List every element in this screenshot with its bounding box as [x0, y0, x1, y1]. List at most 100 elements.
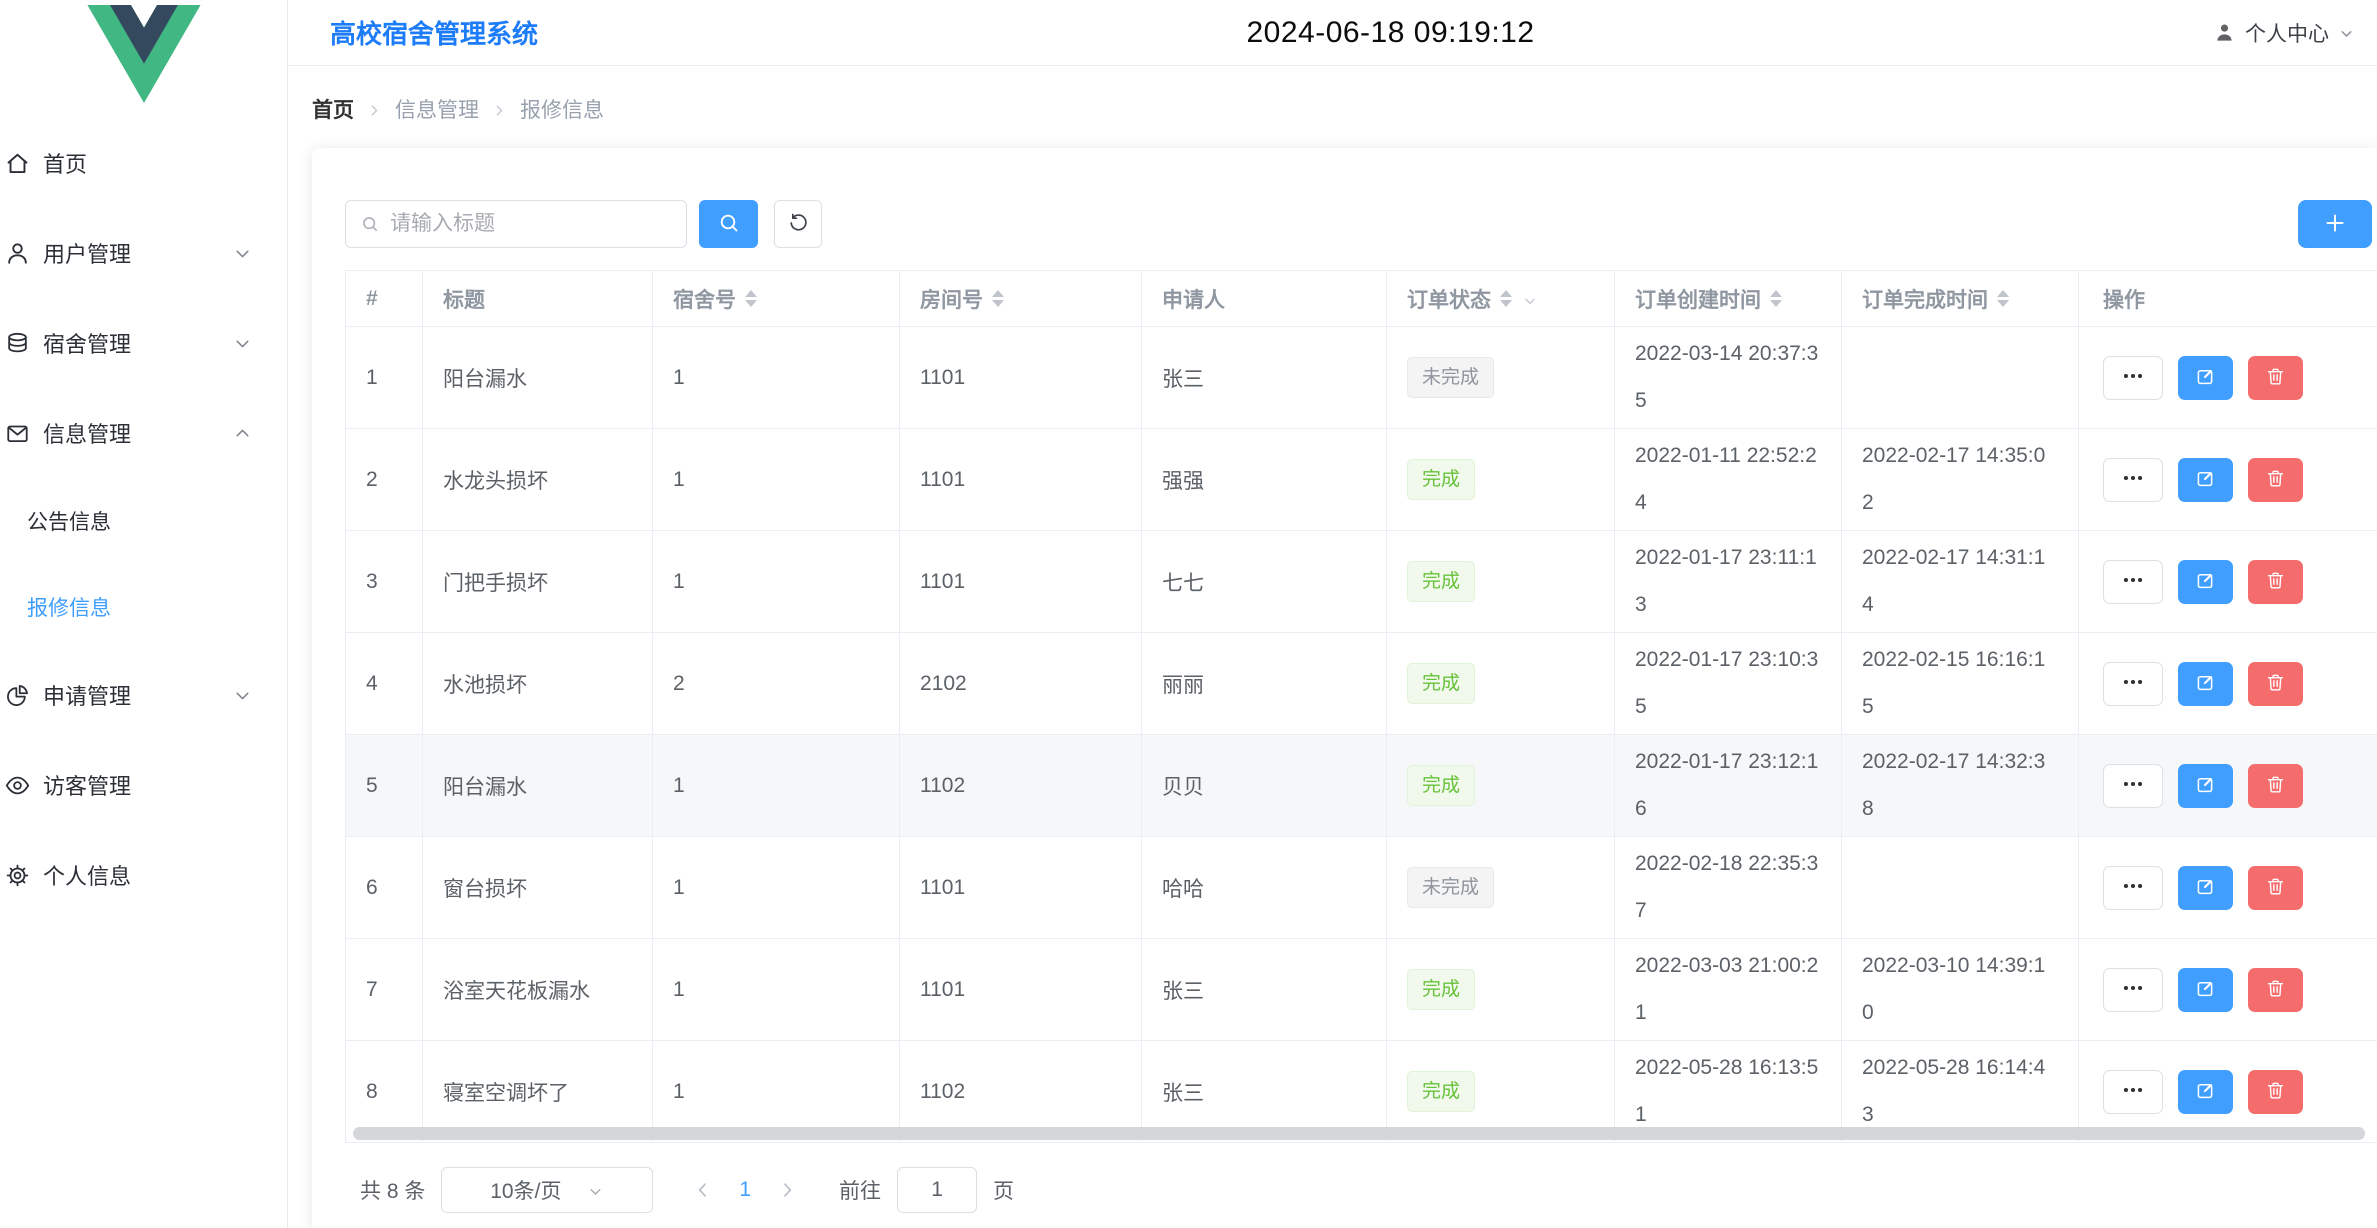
- column-header-room[interactable]: 房间号: [900, 271, 1142, 327]
- row-edit-button[interactable]: [2178, 764, 2233, 808]
- add-button[interactable]: [2298, 200, 2372, 248]
- refresh-button[interactable]: [774, 200, 822, 248]
- prev-page-button[interactable]: [693, 1180, 713, 1200]
- sort-carets-icon[interactable]: [1500, 290, 1512, 307]
- cell-status: 未完成: [1387, 327, 1615, 429]
- breadcrumb-item: 信息管理: [395, 94, 479, 124]
- cell-actions: [2079, 429, 2377, 531]
- row-delete-button[interactable]: [2248, 662, 2303, 706]
- column-header-completed[interactable]: 订单完成时间: [1842, 271, 2079, 327]
- row-delete-button[interactable]: [2248, 356, 2303, 400]
- cell-index: 5: [346, 735, 423, 837]
- search-icon: [717, 211, 741, 238]
- row-more-button[interactable]: [2103, 560, 2163, 604]
- page-size-select[interactable]: 10条/页: [441, 1167, 653, 1213]
- cell-created: 2022-01-11 22:52:24: [1615, 429, 1842, 531]
- cell-completed: 2022-02-15 16:16:15: [1842, 633, 2079, 735]
- cell-applicant: 丽丽: [1142, 633, 1387, 735]
- sidebar-item-label: 个人信息: [43, 859, 253, 891]
- sidebar-item-home[interactable]: 首页: [0, 118, 287, 208]
- edit-icon: [2194, 875, 2217, 901]
- chevron-down-icon: [232, 685, 253, 706]
- cell-status: 完成: [1387, 735, 1615, 837]
- cell-title: 门把手损坏: [423, 531, 653, 633]
- sidebar: 首页 用户管理 宿舍管理: [0, 0, 288, 1228]
- row-delete-button[interactable]: [2248, 560, 2303, 604]
- sidebar-subitem-repairs[interactable]: 报修信息: [0, 564, 287, 650]
- search-box: [345, 200, 687, 248]
- status-badge: 完成: [1407, 1071, 1475, 1112]
- row-delete-button[interactable]: [2248, 1070, 2303, 1114]
- sort-carets-icon[interactable]: [1770, 290, 1782, 307]
- user-menu[interactable]: 个人中心: [2213, 18, 2355, 48]
- row-edit-button[interactable]: [2178, 866, 2233, 910]
- column-header-created[interactable]: 订单创建时间: [1615, 271, 1842, 327]
- cell-completed: 2022-02-17 14:35:02: [1842, 429, 2079, 531]
- row-more-button[interactable]: [2103, 1070, 2163, 1114]
- cell-actions: [2079, 837, 2377, 939]
- row-edit-button[interactable]: [2178, 662, 2233, 706]
- search-input[interactable]: [390, 212, 672, 236]
- row-more-button[interactable]: [2103, 968, 2163, 1012]
- row-delete-button[interactable]: [2248, 866, 2303, 910]
- goto-page-input[interactable]: [897, 1167, 977, 1213]
- cell-applicant: 强强: [1142, 429, 1387, 531]
- column-header-dorm[interactable]: 宿舍号: [653, 271, 900, 327]
- breadcrumb: 首页 信息管理 报修信息: [288, 66, 2377, 148]
- sidebar-item-label: 申请管理: [43, 679, 232, 711]
- cell-status: 未完成: [1387, 837, 1615, 939]
- sort-carets-icon[interactable]: [745, 290, 757, 307]
- sidebar-menu: 首页 用户管理 宿舍管理: [0, 118, 287, 920]
- breadcrumb-home[interactable]: 首页: [312, 94, 354, 124]
- row-more-button[interactable]: [2103, 356, 2163, 400]
- status-badge: 完成: [1407, 663, 1475, 704]
- row-more-button[interactable]: [2103, 764, 2163, 808]
- sidebar-item-profile[interactable]: 个人信息: [0, 830, 287, 920]
- cell-status: 完成: [1387, 939, 1615, 1041]
- row-delete-button[interactable]: [2248, 458, 2303, 502]
- app-title: 高校宿舍管理系统: [330, 14, 538, 51]
- cell-applicant: 七七: [1142, 531, 1387, 633]
- more-dots-icon: [2120, 669, 2146, 698]
- sort-carets-icon[interactable]: [992, 290, 1004, 307]
- table-row: 4 水池损坏 2 2102 丽丽 完成 2022-01-17 23:10:35 …: [346, 633, 2377, 735]
- search-button[interactable]: [699, 200, 758, 248]
- row-edit-button[interactable]: [2178, 458, 2233, 502]
- row-more-button[interactable]: [2103, 458, 2163, 502]
- topbar: 高校宿舍管理系统 2024-06-18 09:19:12 个人中心: [288, 0, 2377, 66]
- row-delete-button[interactable]: [2248, 764, 2303, 808]
- page-suffix: 页: [993, 1175, 1014, 1205]
- sidebar-item-dorms[interactable]: 宿舍管理: [0, 298, 287, 388]
- sidebar-item-applications[interactable]: 申请管理: [0, 650, 287, 740]
- edit-icon: [2194, 671, 2217, 697]
- edit-icon: [2194, 467, 2217, 493]
- row-edit-button[interactable]: [2178, 560, 2233, 604]
- sidebar-subitem-announcements[interactable]: 公告信息: [0, 478, 287, 564]
- horizontal-scrollbar[interactable]: [353, 1127, 2365, 1140]
- row-more-button[interactable]: [2103, 866, 2163, 910]
- sidebar-item-label: 宿舍管理: [43, 327, 232, 359]
- page-number[interactable]: 1: [739, 1178, 751, 1202]
- table-header-row: # 标题 宿舍号 房间号 申请人 订单状态 订单创建时间 订单完成时间 操作: [346, 271, 2377, 327]
- row-delete-button[interactable]: [2248, 968, 2303, 1012]
- sort-carets-icon[interactable]: [1997, 290, 2009, 307]
- breadcrumb-current: 报修信息: [520, 94, 604, 124]
- message-icon: [4, 420, 31, 447]
- row-edit-button[interactable]: [2178, 1070, 2233, 1114]
- filter-chevron-icon[interactable]: [1522, 291, 1538, 307]
- sidebar-item-users[interactable]: 用户管理: [0, 208, 287, 298]
- content-card: # 标题 宿舍号 房间号 申请人 订单状态 订单创建时间 订单完成时间 操作 1…: [312, 148, 2377, 1228]
- sidebar-item-label: 用户管理: [43, 237, 232, 269]
- sidebar-item-visitors[interactable]: 访客管理: [0, 740, 287, 830]
- cell-dorm: 1: [653, 531, 900, 633]
- more-dots-icon: [2120, 771, 2146, 800]
- row-edit-button[interactable]: [2178, 356, 2233, 400]
- sidebar-item-messages[interactable]: 信息管理: [0, 388, 287, 478]
- cell-dorm: 1: [653, 429, 900, 531]
- cell-dorm: 1: [653, 735, 900, 837]
- row-edit-button[interactable]: [2178, 968, 2233, 1012]
- next-page-button[interactable]: [777, 1180, 797, 1200]
- more-dots-icon: [2120, 1077, 2146, 1106]
- row-more-button[interactable]: [2103, 662, 2163, 706]
- column-header-status[interactable]: 订单状态: [1387, 271, 1615, 327]
